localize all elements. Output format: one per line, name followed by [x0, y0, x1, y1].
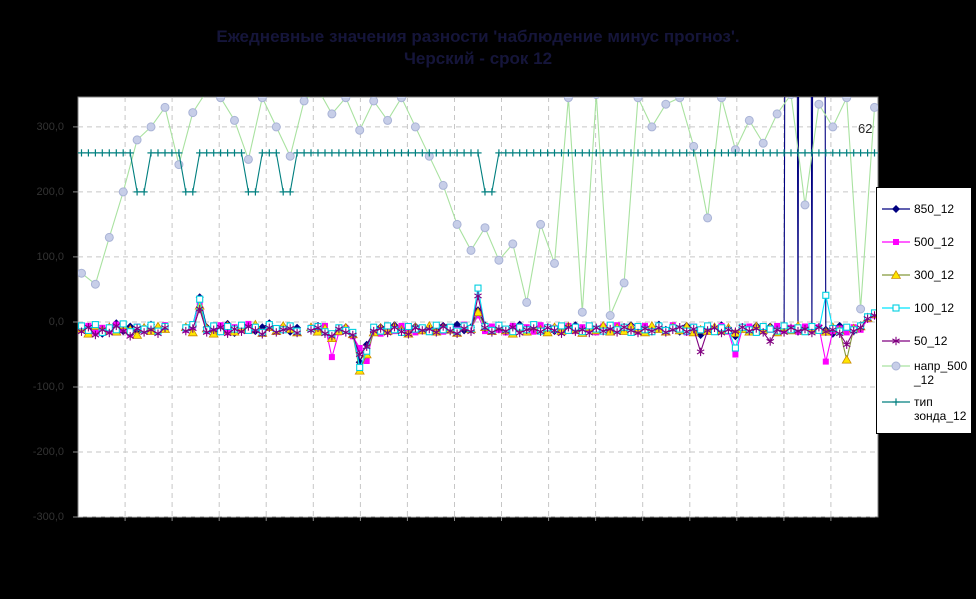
legend-marker-icon-diamond [881, 202, 911, 216]
chart-title: Ежедневные значения разности 'наблюдение… [78, 26, 878, 70]
chart-window: Ежедневные значения разности 'наблюдение… [0, 0, 976, 599]
legend-marker-icon-circle [881, 359, 911, 373]
chart-title-line1: Ежедневные значения разности 'наблюдение… [78, 26, 878, 48]
legend-marker-icon-square-open [881, 301, 911, 315]
legend-item-тип зонда_12: тип зонда_12 [881, 393, 969, 429]
legend-item-label: напр_500 _12 [914, 359, 967, 387]
legend-item-label: 850_12 [914, 202, 954, 216]
y-axis-tick-label: -300,0 [10, 510, 64, 524]
y-axis-tick-label: 300,0 [10, 120, 64, 134]
y-axis-tick-label: 0,0 [10, 315, 64, 329]
legend-item-label: 300_12 [914, 268, 954, 282]
legend-item-label: 100_12 [914, 301, 954, 315]
chart-title-line2: Черский - срок 12 [78, 48, 878, 70]
legend-marker-icon-triangle [881, 268, 911, 282]
legend-item-label: 500_12 [914, 235, 954, 249]
legend-marker-icon-plus [881, 395, 911, 409]
legend-item-напр_500_12: напр_500 _12 [881, 357, 969, 393]
legend-item-label: 50_12 [914, 334, 947, 348]
legend-marker-icon-asterisk [881, 334, 911, 348]
legend-item-50_12: 50_12 [881, 324, 969, 357]
legend-marker-icon-square [881, 235, 911, 249]
legend-item-850_12: 850_12 [881, 192, 969, 225]
y-axis-tick-label: 100,0 [10, 250, 64, 264]
legend-item-300_12: 300_12 [881, 258, 969, 291]
y-axis-tick-label: -100,0 [10, 380, 64, 394]
annotation-62-label: 62 [858, 121, 872, 136]
y-axis-tick-label: 200,0 [10, 185, 64, 199]
legend-item-500_12: 500_12 [881, 225, 969, 258]
chart-plot-canvas [0, 0, 976, 599]
y-axis-tick-label: -200,0 [10, 445, 64, 459]
legend-item-label: тип зонда_12 [914, 395, 966, 423]
legend-item-100_12: 100_12 [881, 291, 969, 324]
legend: 850_12 500_12 300_12 100_12 50_12 напр_500 _1… [876, 187, 972, 434]
